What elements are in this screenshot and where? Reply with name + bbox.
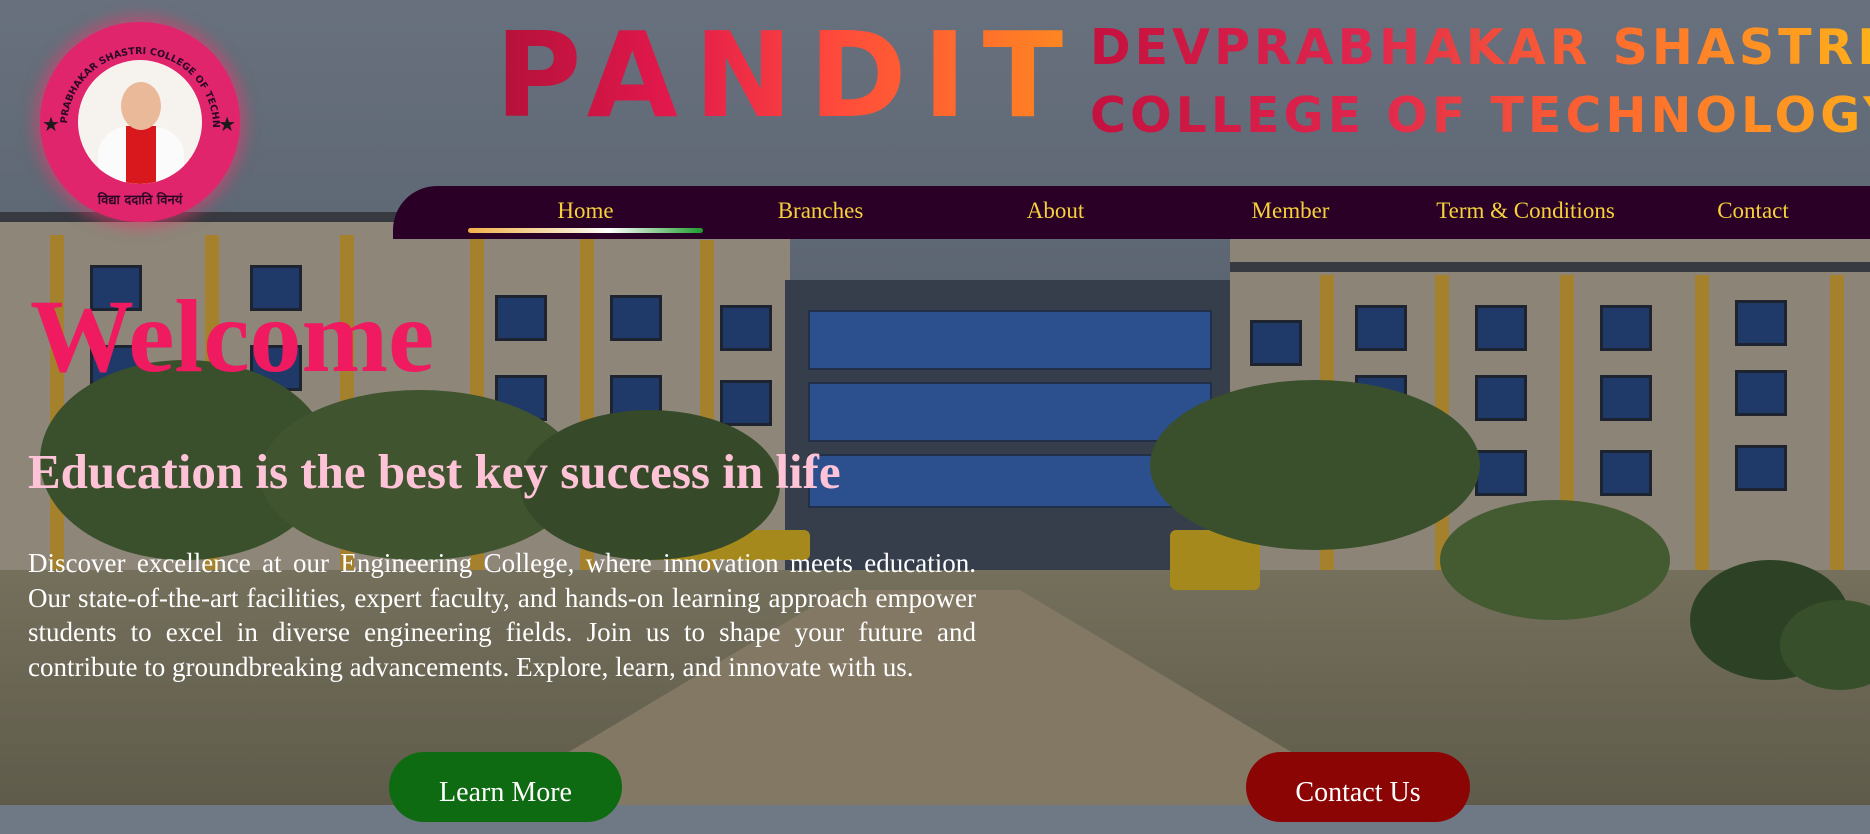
founder-portrait: [78, 60, 202, 184]
nav-about[interactable]: About: [938, 186, 1173, 239]
nav-terms[interactable]: Term & Conditions: [1408, 186, 1643, 239]
hero-description: Discover excellence at our Engineering C…: [28, 548, 976, 682]
hero-title: Welcome: [30, 279, 435, 394]
nav-branches[interactable]: Branches: [703, 186, 938, 239]
logo-motto: विद्या ददाति विनयं: [97, 193, 183, 208]
learn-more-button[interactable]: Learn More: [389, 752, 622, 822]
main-nav: Home Branches About Member Term & Condit…: [393, 186, 1870, 239]
brand-word: PANDIT: [495, 6, 1080, 144]
hero-subtitle: Education is the best key success in lif…: [28, 444, 841, 499]
brand-line-2: COLLEGE OF TECHNOLOGY: [1090, 88, 1870, 144]
active-nav-indicator: [468, 228, 703, 233]
nav-contact[interactable]: Contact: [1643, 186, 1863, 239]
nav-member[interactable]: Member: [1173, 186, 1408, 239]
contact-us-button[interactable]: Contact Us: [1246, 752, 1470, 822]
brand-line-1: DEVPRABHAKAR SHASTRI: [1090, 20, 1870, 76]
star-icon: ★: [218, 114, 236, 136]
star-icon: ★: [42, 114, 60, 136]
college-logo[interactable]: PT. DEVPRABHAKAR SHASTRI COLLEGE OF TECH…: [40, 22, 240, 222]
